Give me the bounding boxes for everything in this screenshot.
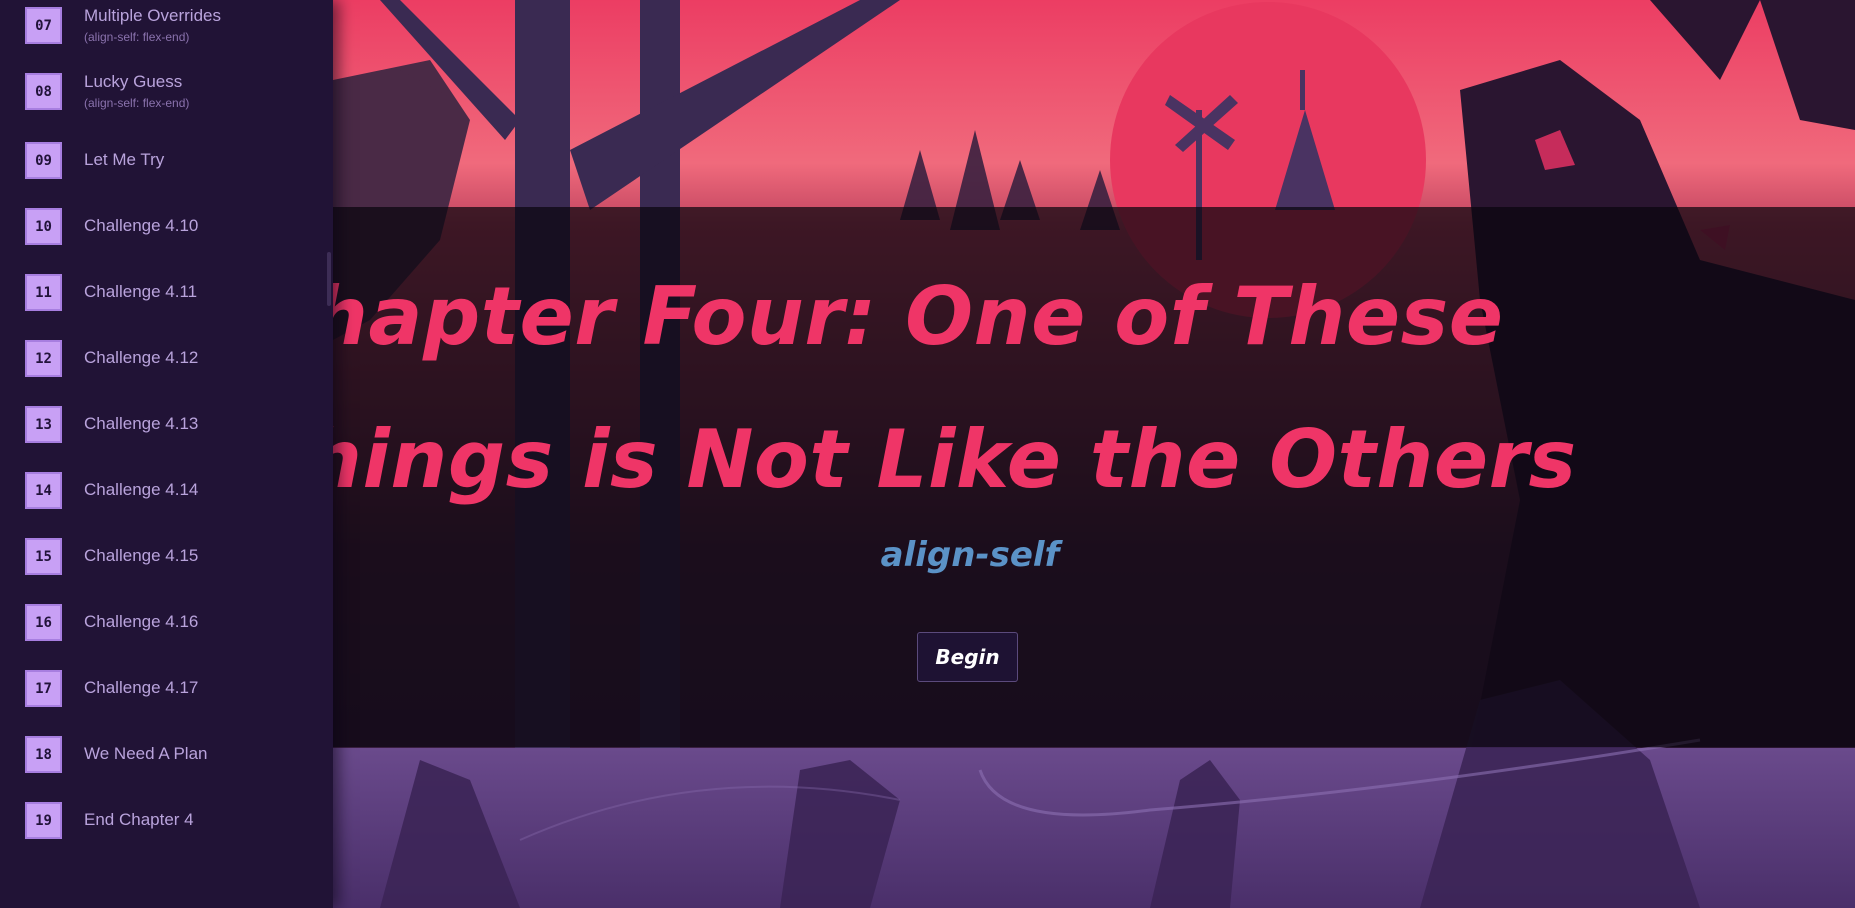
level-number-badge: 10 [25, 208, 62, 245]
sidebar-item-11[interactable]: 11 Challenge 4.11 [0, 259, 333, 325]
level-text: Challenge 4.12 [84, 325, 198, 391]
level-text: Challenge 4.17 [84, 655, 198, 721]
level-label: Challenge 4.17 [84, 678, 199, 697]
level-label: Challenge 4.10 [84, 216, 199, 235]
level-text: Challenge 4.14 [84, 457, 198, 523]
level-text: Challenge 4.15 [84, 523, 198, 589]
sidebar-item-18[interactable]: 18 We Need A Plan [0, 721, 333, 787]
chapter-sidebar: 07 Multiple Overrides (align-self: flex-… [0, 0, 333, 908]
level-number-badge: 18 [25, 736, 62, 773]
level-number-badge: 14 [25, 472, 62, 509]
chapter-subtitle: align-self [880, 535, 1060, 575]
level-label: Challenge 4.11 [84, 282, 198, 301]
chapter-title-line-2: hings is Not Like the Others [305, 413, 1577, 506]
level-label: Challenge 4.12 [84, 348, 199, 367]
app-root: 07 Multiple Overrides (align-self: flex-… [0, 0, 1855, 908]
level-text: Challenge 4.10 [84, 193, 198, 259]
level-label: End Chapter 4 [84, 810, 194, 829]
level-text: Lucky Guess (align-self: flex-end) [84, 58, 189, 124]
level-number-badge: 07 [25, 7, 62, 44]
level-text: Multiple Overrides (align-self: flex-end… [84, 0, 221, 58]
sidebar-item-13[interactable]: 13 Challenge 4.13 [0, 391, 333, 457]
level-label: Challenge 4.13 [84, 414, 199, 433]
level-label: We Need A Plan [84, 744, 208, 763]
level-text: Challenge 4.16 [84, 589, 198, 655]
sidebar-resize-handle[interactable] [327, 252, 331, 306]
level-number-badge: 17 [25, 670, 62, 707]
level-label: Lucky Guess [84, 72, 183, 91]
level-number-badge: 12 [25, 340, 62, 377]
level-number-badge: 08 [25, 73, 62, 110]
level-sublabel: (align-self: flex-end) [84, 96, 190, 110]
level-number-badge: 11 [25, 274, 62, 311]
chapter-title-line-1: hapter Four: One of These [311, 270, 1504, 363]
level-text: Challenge 4.11 [84, 259, 197, 325]
level-label: Let Me Try [84, 150, 165, 169]
level-label: Challenge 4.15 [84, 546, 199, 565]
level-label: Challenge 4.16 [84, 612, 199, 631]
level-number-badge: 15 [25, 538, 62, 575]
sidebar-item-08[interactable]: 08 Lucky Guess (align-self: flex-end) [0, 58, 333, 124]
level-number-badge: 09 [25, 142, 62, 179]
level-sublabel: (align-self: flex-end) [84, 30, 190, 44]
sidebar-item-17[interactable]: 17 Challenge 4.17 [0, 655, 333, 721]
level-number-badge: 16 [25, 604, 62, 641]
level-text: Let Me Try [84, 127, 164, 193]
sidebar-item-10[interactable]: 10 Challenge 4.10 [0, 193, 333, 259]
level-label: Multiple Overrides [84, 6, 221, 25]
level-label: Challenge 4.14 [84, 480, 199, 499]
level-text: End Chapter 4 [84, 787, 194, 853]
level-number-badge: 13 [25, 406, 62, 443]
sidebar-item-12[interactable]: 12 Challenge 4.12 [0, 325, 333, 391]
sidebar-item-09[interactable]: 09 Let Me Try [0, 127, 333, 193]
begin-button[interactable]: Begin [917, 632, 1018, 682]
level-text: Challenge 4.13 [84, 391, 198, 457]
sidebar-item-19[interactable]: 19 End Chapter 4 [0, 787, 333, 853]
level-text: We Need A Plan [84, 721, 208, 787]
chapter-title: hapter Four: One of These hings is Not L… [305, 245, 1855, 531]
sidebar-item-16[interactable]: 16 Challenge 4.16 [0, 589, 333, 655]
sidebar-item-07[interactable]: 07 Multiple Overrides (align-self: flex-… [0, 0, 333, 58]
sidebar-item-15[interactable]: 15 Challenge 4.15 [0, 523, 333, 589]
level-number-badge: 19 [25, 802, 62, 839]
sidebar-item-14[interactable]: 14 Challenge 4.14 [0, 457, 333, 523]
